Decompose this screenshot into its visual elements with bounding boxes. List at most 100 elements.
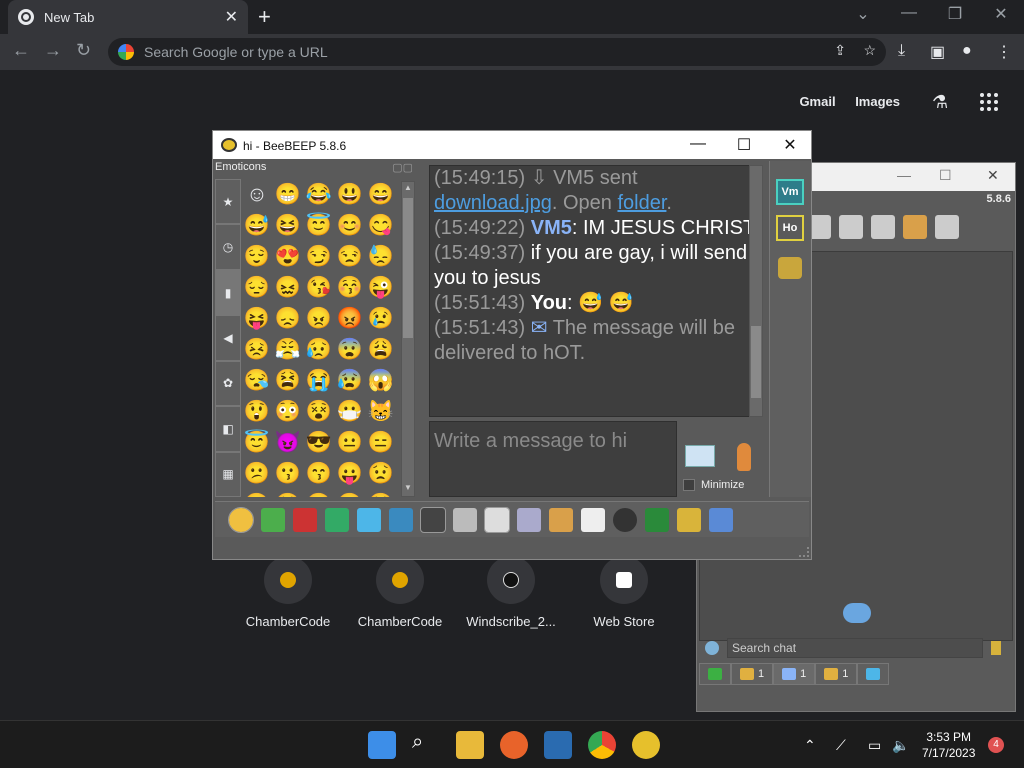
shortcut-tile[interactable]: ChamberCode (345, 556, 455, 629)
share-icon[interactable]: ⇪ (834, 42, 846, 59)
close-button[interactable]: ✕ (987, 167, 999, 184)
emoticon-button[interactable]: 😏 (305, 243, 333, 271)
symbols-icon[interactable]: ▦ (215, 451, 241, 497)
shortcut-tile[interactable]: Windscribe_2... (456, 556, 566, 629)
people-icon[interactable]: ▮ (215, 269, 241, 316)
reload-icon[interactable]: ↻ (76, 40, 91, 61)
firefox-icon[interactable] (500, 731, 528, 759)
emoticon-button[interactable]: 😯 (367, 491, 395, 497)
font-icon[interactable] (293, 507, 317, 532)
forward-icon[interactable]: → (44, 40, 62, 61)
maximize-button[interactable]: ☐ (721, 135, 767, 155)
close-button[interactable]: ✕ (978, 4, 1024, 24)
chat-action-icon[interactable] (778, 257, 802, 279)
emoticon-button[interactable]: 😮 (336, 491, 364, 497)
minimize-button[interactable]: — (675, 135, 721, 153)
emoticons-icon[interactable] (228, 506, 254, 533)
send-folder-icon[interactable] (549, 507, 573, 532)
bookmark-star-icon[interactable]: ☆ (863, 42, 876, 59)
emoticon-button[interactable]: 😭 (305, 367, 333, 395)
emoticon-button[interactable]: 😜 (367, 274, 395, 302)
emoticon-button[interactable]: 😞 (274, 305, 302, 333)
chat-scrollbar[interactable] (749, 165, 763, 417)
emoticon-button[interactable]: 😠 (305, 305, 333, 333)
filter-icon[interactable] (357, 507, 381, 532)
tab-network[interactable] (699, 663, 731, 685)
network-icon[interactable]: ⟋ (836, 737, 846, 754)
side-panel-icon[interactable]: ▣ (930, 42, 945, 62)
recent-icon[interactable]: ◷ (215, 224, 241, 270)
emoticon-button[interactable]: 😤 (274, 336, 302, 364)
emoticon-button[interactable]: 😡 (336, 305, 364, 333)
minimize-button[interactable]: — (897, 167, 911, 183)
dictionary-icon[interactable] (453, 507, 477, 532)
back-icon[interactable]: ← (12, 40, 30, 61)
close-button[interactable]: ✕ (767, 135, 813, 155)
emoticon-scrollbar[interactable]: ▲ ▼ (401, 181, 415, 497)
tab-users[interactable]: 1 (731, 663, 774, 685)
edit-icon[interactable] (839, 215, 863, 239)
places-icon[interactable]: ◧ (215, 406, 241, 452)
chevron-up-icon[interactable]: ⌃ (804, 737, 816, 754)
emoticon-button[interactable]: 😁 (274, 181, 302, 209)
tab-close-button[interactable]: ✕ (225, 7, 238, 27)
notification-badge[interactable]: 4 (988, 737, 1004, 753)
emoticon-button[interactable]: 😓 (367, 243, 395, 271)
emoticon-button[interactable]: 😋 (367, 212, 395, 240)
file-link[interactable]: download.jpg (434, 192, 552, 214)
emoticon-button[interactable]: 😒 (336, 243, 364, 271)
new-tab-button[interactable]: + (258, 4, 271, 30)
emoticon-button[interactable]: 😣 (243, 336, 271, 364)
address-bar[interactable]: Search Google or type a URL ⇪ ☆ (108, 38, 886, 66)
download-icon[interactable]: ⤓ (898, 42, 905, 60)
edit-note-icon[interactable] (677, 507, 701, 532)
gmail-link[interactable]: Gmail (799, 94, 835, 109)
emoticon-button[interactable]: 😄 (367, 181, 395, 209)
code-icon[interactable] (581, 507, 605, 532)
media-player-icon[interactable] (544, 731, 572, 759)
emoticon-button[interactable]: 😨 (336, 336, 364, 364)
close-panel-icon[interactable]: ▢▢ (392, 161, 413, 174)
favorites-icon[interactable]: ★ (215, 179, 241, 225)
clear-icon[interactable] (991, 641, 1001, 655)
emoticon-button[interactable]: 😆 (274, 212, 302, 240)
emoticon-button[interactable]: 😵 (305, 398, 333, 426)
emoticon-button[interactable]: ☺ (243, 181, 271, 209)
color-icon[interactable] (325, 507, 349, 532)
emoticon-button[interactable]: 😍 (274, 243, 302, 271)
emoticon-button[interactable]: 😢 (367, 305, 395, 333)
emoticon-button[interactable]: 😱 (367, 367, 395, 395)
labs-icon[interactable]: ⚗ (932, 92, 948, 113)
emoticon-button[interactable]: 😟 (367, 460, 395, 488)
emoticon-button[interactable]: 😊 (336, 212, 364, 240)
emoticon-button[interactable]: 😪 (243, 367, 271, 395)
nature-icon[interactable]: ✿ (215, 360, 241, 407)
profile-icon[interactable]: ● (962, 42, 972, 60)
start-icon[interactable] (368, 731, 396, 759)
emoticon-button[interactable]: 😙 (305, 460, 333, 488)
member-hot[interactable]: Ho (776, 215, 804, 241)
note-icon[interactable] (484, 506, 510, 533)
emoticon-button[interactable]: 😗 (274, 460, 302, 488)
tab-files[interactable] (857, 663, 890, 685)
minimize-toggle[interactable]: Minimize (683, 479, 744, 491)
emoticon-button[interactable]: 😂 (305, 181, 333, 209)
maximize-button[interactable]: ☐ (939, 167, 952, 184)
resize-grip[interactable] (799, 547, 809, 557)
display-icon[interactable]: ▭ (868, 737, 881, 754)
emoticon-button[interactable]: 😧 (274, 491, 302, 497)
send-file-icon[interactable] (517, 507, 541, 532)
tab-search-icon[interactable]: ⌄ (840, 4, 886, 24)
shortcut-tile[interactable]: ChamberCode (233, 556, 343, 629)
window-icon[interactable] (709, 507, 733, 532)
emoticon-button[interactable]: 😝 (243, 305, 271, 333)
emoticon-button[interactable]: 😸 (367, 398, 395, 426)
message-icon[interactable] (261, 507, 285, 532)
emoticon-button[interactable]: 😳 (274, 398, 302, 426)
emoticon-button[interactable]: 😲 (243, 398, 271, 426)
trash-icon[interactable] (935, 215, 959, 239)
beebeep-icon[interactable] (632, 731, 660, 759)
emoticon-button[interactable]: 😚 (336, 274, 364, 302)
objects-icon[interactable]: ◀ (215, 315, 241, 361)
emoticon-button[interactable]: 😩 (367, 336, 395, 364)
